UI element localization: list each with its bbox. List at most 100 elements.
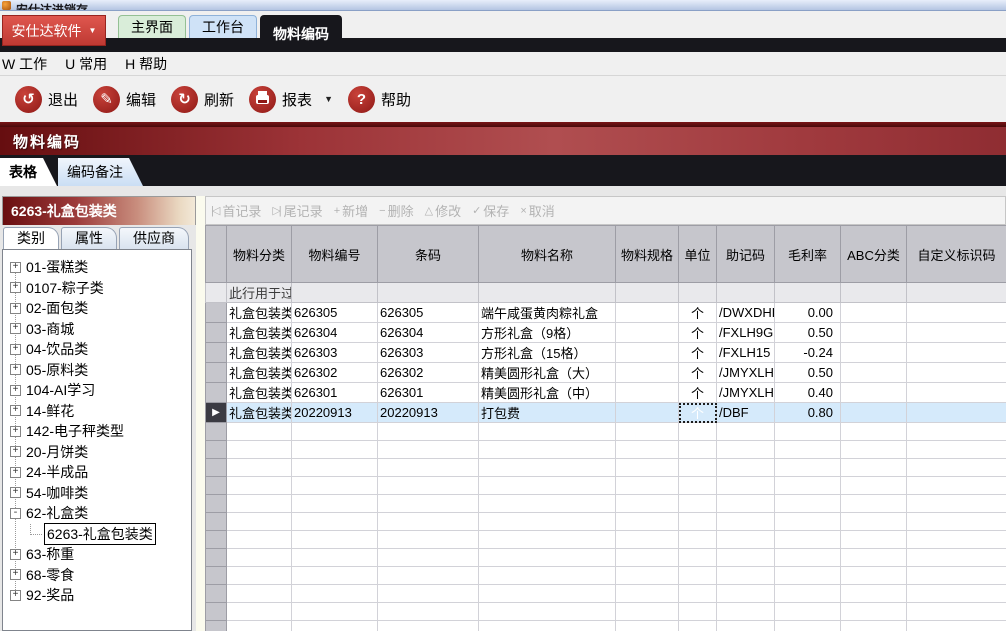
empty-cell[interactable]	[716, 548, 775, 567]
filter-cell[interactable]	[291, 282, 378, 303]
table-row[interactable]: 礼盒包装类 626303 626303 方形礼盒（15格）个/FXLH15 -0.24	[205, 342, 1006, 363]
filter-cell[interactable]	[840, 282, 907, 303]
empty-cell[interactable]	[906, 422, 1006, 441]
empty-cell[interactable]	[906, 530, 1006, 549]
cell-barcode[interactable]: 626303	[377, 342, 479, 363]
cell-barcode[interactable]: 626301	[377, 382, 479, 403]
cell-name[interactable]: 方形礼盒（15格）	[478, 342, 616, 363]
cell-abc[interactable]	[840, 322, 907, 343]
cell-barcode[interactable]: 20220913	[377, 402, 479, 423]
sidebar-tab-2[interactable]: 属性	[61, 227, 117, 249]
empty-cell[interactable]	[716, 530, 775, 549]
empty-row[interactable]	[205, 602, 1006, 621]
navigator-save-button[interactable]: ✓ 保存	[472, 201, 509, 220]
cell-unit[interactable]: 个	[678, 342, 717, 363]
empty-cell[interactable]	[377, 458, 479, 477]
empty-cell[interactable]	[291, 530, 378, 549]
cell-barcode[interactable]: 626302	[377, 362, 479, 383]
empty-cell[interactable]	[716, 422, 775, 441]
cell-name[interactable]: 端午咸蛋黄肉粽礼盒	[478, 302, 616, 323]
filter-cell[interactable]	[478, 282, 616, 303]
cell-margin[interactable]: 0.80	[774, 402, 841, 423]
empty-cell[interactable]	[774, 512, 841, 531]
empty-cell[interactable]	[226, 494, 292, 513]
tree-node[interactable]: +63-称重	[3, 544, 191, 565]
view-tab-2[interactable]: 编码备注	[58, 158, 143, 186]
empty-cell[interactable]	[478, 530, 616, 549]
cell-abc[interactable]	[840, 362, 907, 383]
cell-mnemonic[interactable]: /JMYXLH	[716, 382, 775, 403]
empty-cell[interactable]	[478, 422, 616, 441]
tree-node[interactable]: +03-商城	[3, 319, 191, 340]
empty-cell[interactable]	[291, 494, 378, 513]
empty-cell[interactable]	[906, 548, 1006, 567]
toolbar-edit-button[interactable]: ✎ 编辑	[93, 85, 156, 113]
empty-cell[interactable]	[716, 440, 775, 459]
empty-cell[interactable]	[226, 620, 292, 631]
empty-cell[interactable]	[226, 602, 292, 621]
cell-category[interactable]: 礼盒包装类	[226, 382, 292, 403]
empty-cell[interactable]	[774, 620, 841, 631]
empty-cell[interactable]	[615, 530, 679, 549]
expand-icon[interactable]: +	[10, 405, 21, 417]
empty-cell[interactable]	[840, 620, 907, 631]
cell-abc[interactable]	[840, 382, 907, 403]
menu-item-h[interactable]: H 帮助	[116, 54, 176, 74]
empty-cell[interactable]	[478, 620, 616, 631]
empty-cell[interactable]	[840, 422, 907, 441]
expand-icon[interactable]: +	[10, 466, 21, 478]
empty-cell[interactable]	[840, 566, 907, 585]
empty-cell[interactable]	[678, 512, 717, 531]
cell-mnemonic[interactable]: /FXLH15	[716, 342, 775, 363]
empty-cell[interactable]	[377, 584, 479, 603]
cell-spec[interactable]	[615, 302, 679, 323]
expand-icon[interactable]: +	[10, 569, 21, 581]
empty-cell[interactable]	[678, 548, 717, 567]
empty-cell[interactable]	[226, 566, 292, 585]
cell-margin[interactable]: 0.40	[774, 382, 841, 403]
empty-cell[interactable]	[615, 620, 679, 631]
cell-category[interactable]: 礼盒包装类	[226, 342, 292, 363]
empty-cell[interactable]	[226, 458, 292, 477]
navigator-delete-button[interactable]: − 删除	[379, 201, 413, 220]
expand-icon[interactable]: +	[10, 364, 21, 376]
empty-cell[interactable]	[615, 512, 679, 531]
filter-cell[interactable]	[716, 282, 775, 303]
empty-cell[interactable]	[840, 476, 907, 495]
cell-category[interactable]: 礼盒包装类	[226, 322, 292, 343]
empty-cell[interactable]	[840, 458, 907, 477]
tree-node[interactable]: +142-电子秤类型	[3, 421, 191, 442]
navigator-cancel-button[interactable]: × 取消	[520, 201, 554, 220]
empty-row[interactable]	[205, 584, 1006, 603]
filter-cell[interactable]	[774, 282, 841, 303]
empty-cell[interactable]	[226, 530, 292, 549]
empty-cell[interactable]	[377, 512, 479, 531]
empty-cell[interactable]	[615, 548, 679, 567]
empty-row[interactable]	[205, 440, 1006, 459]
window-tab-1[interactable]: 主界面	[118, 15, 186, 38]
empty-cell[interactable]	[774, 548, 841, 567]
tree-child-node[interactable]: 6263-礼盒包装类	[3, 522, 191, 545]
empty-cell[interactable]	[291, 422, 378, 441]
report-dropdown-icon[interactable]: ▼	[324, 94, 333, 104]
empty-cell[interactable]	[716, 602, 775, 621]
cell-abc[interactable]	[840, 342, 907, 363]
menu-item-u[interactable]: U 常用	[56, 54, 116, 74]
cell-code[interactable]: 626301	[291, 382, 378, 403]
empty-cell[interactable]	[678, 476, 717, 495]
cell-mnemonic[interactable]: /JMYXLH	[716, 362, 775, 383]
empty-cell[interactable]	[678, 422, 717, 441]
empty-cell[interactable]	[840, 602, 907, 621]
expand-icon[interactable]: +	[10, 446, 21, 458]
toolbar-refresh-button[interactable]: ↻ 刷新	[171, 85, 234, 113]
expand-icon[interactable]: +	[10, 425, 21, 437]
table-row[interactable]: ▶ 礼盒包装类 20220913 20220913 打包费个/DBF 0.80	[205, 402, 1006, 423]
cell-mnemonic[interactable]: /DBF	[716, 402, 775, 423]
cell-spec[interactable]	[615, 322, 679, 343]
table-row[interactable]: 礼盒包装类626305626305端午咸蛋黄肉粽礼盒个/DWXDHR0.00	[205, 302, 1006, 323]
cell-unit[interactable]: 个	[678, 322, 717, 343]
empty-cell[interactable]	[226, 512, 292, 531]
empty-cell[interactable]	[377, 530, 479, 549]
tree-node[interactable]: +0107-粽子类	[3, 278, 191, 299]
expand-icon[interactable]: +	[10, 323, 21, 335]
